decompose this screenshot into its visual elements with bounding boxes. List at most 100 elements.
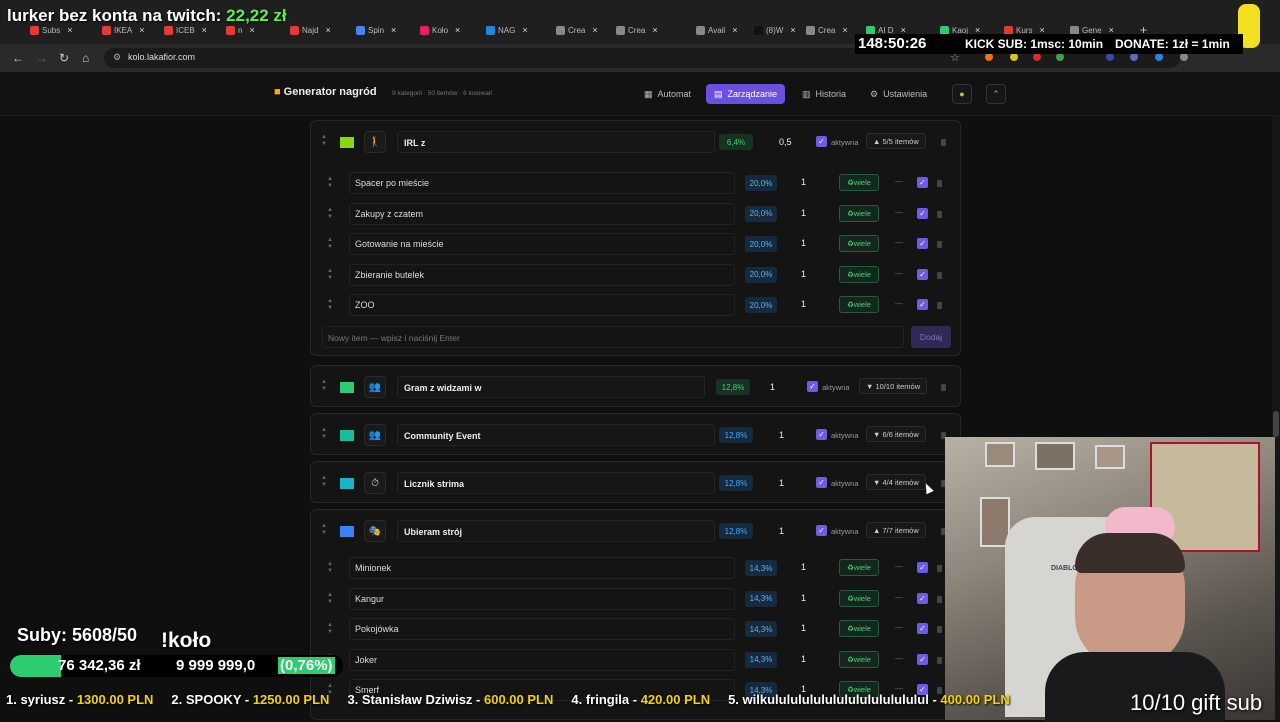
scrollbar-thumb[interactable]	[1273, 411, 1279, 437]
item-weight-input[interactable]: 1	[801, 269, 806, 279]
close-icon[interactable]: ×	[249, 25, 254, 35]
new-item-input[interactable]: Nowy item — wpisz i naciśnij Enter	[322, 326, 904, 348]
reorder-handle[interactable]: ▲ ▼	[321, 523, 327, 537]
nav-zarzadzanie[interactable]: ▤ Zarządzanie	[706, 84, 786, 104]
item-reorder-handle[interactable]: ▲▼	[327, 237, 333, 251]
category-weight-input[interactable]: 1	[779, 526, 784, 536]
delete-icon[interactable]	[937, 180, 942, 187]
category-active-checkbox[interactable]: ✓	[816, 136, 827, 147]
extensions-puzzle-icon[interactable]	[1180, 53, 1188, 61]
item-reorder-handle[interactable]: ▲▼	[327, 622, 333, 636]
item-active-checkbox[interactable]: ✓	[917, 177, 928, 188]
category-icon[interactable]: 👥	[364, 376, 386, 398]
item-reorder-handle[interactable]: ▲▼	[327, 592, 333, 606]
browser-tab[interactable]: Crea ×	[616, 22, 658, 38]
items-toggle-button[interactable]: ▲ 5/5 itemów	[866, 133, 926, 149]
category-icon[interactable]: 👥	[364, 424, 386, 446]
nav-automat[interactable]: ▦ Automat	[636, 84, 699, 104]
close-icon[interactable]: ×	[592, 25, 597, 35]
category-name-input[interactable]: Licznik strima	[397, 472, 715, 494]
nav-ustawienia[interactable]: ⚙ Ustawienia	[862, 84, 935, 104]
collapse-up-icon[interactable]: ⌃	[986, 84, 1006, 104]
category-color-swatch[interactable]	[340, 382, 354, 393]
item-active-checkbox[interactable]: ✓	[917, 653, 928, 665]
item-name-input[interactable]: Minionek	[349, 557, 735, 579]
category-name-input[interactable]: IRL z	[397, 131, 715, 153]
item-weight-input[interactable]: 1	[801, 208, 806, 218]
browser-tab[interactable]: NAG ×	[486, 22, 528, 38]
item-active-checkbox[interactable]: ✓	[917, 562, 928, 573]
forward-icon[interactable]: →	[36, 51, 48, 65]
delete-icon[interactable]	[937, 271, 942, 279]
item-name-input[interactable]: Kangur	[349, 587, 735, 610]
category-weight-input[interactable]: 0,5	[779, 137, 792, 147]
item-weight-input[interactable]: 1	[801, 623, 806, 633]
category-icon[interactable]: 🎭	[364, 520, 386, 542]
nav-historia[interactable]: ▥ Historia	[794, 84, 854, 104]
browser-tab[interactable]: (8)W ×	[754, 22, 796, 38]
delete-icon[interactable]	[941, 139, 946, 146]
extension-icon[interactable]	[1155, 53, 1163, 61]
reorder-handle[interactable]: ▲ ▼	[321, 379, 327, 393]
item-weight-input[interactable]: 1	[801, 238, 806, 248]
category-name-input[interactable]: Community Event	[397, 424, 715, 446]
item-active-checkbox[interactable]: ✓	[917, 207, 928, 219]
delete-icon[interactable]	[937, 626, 942, 634]
delete-icon[interactable]	[937, 302, 942, 310]
browser-tab[interactable]: Spin ×	[356, 22, 396, 38]
item-name-input[interactable]: Zakupy z czatem	[349, 202, 735, 225]
browser-tab[interactable]: Koło ×	[420, 22, 460, 38]
delete-icon[interactable]	[937, 210, 942, 218]
close-icon[interactable]: ×	[522, 25, 527, 35]
close-icon[interactable]: ×	[67, 25, 72, 35]
site-info-icon[interactable]: ⚙	[113, 52, 121, 63]
item-reorder-handle[interactable]: ▲▼	[327, 561, 333, 575]
close-icon[interactable]: ×	[790, 25, 795, 35]
reorder-handle[interactable]: ▲ ▼	[321, 475, 327, 489]
reorder-handle[interactable]: ▲ ▼	[321, 134, 327, 148]
item-repeat-button[interactable]: ♻ wiele	[839, 174, 879, 191]
close-icon[interactable]: ×	[455, 25, 460, 35]
category-name-input[interactable]: Ubieram strój	[397, 520, 715, 542]
add-item-button[interactable]: Dodaj	[911, 326, 951, 348]
item-reorder-handle[interactable]: ▲▼	[327, 298, 333, 312]
category-name-input[interactable]: Gram z widzami w	[397, 376, 705, 398]
item-name-input[interactable]: Joker	[349, 648, 735, 671]
item-active-checkbox[interactable]: ✓	[917, 299, 928, 311]
item-name-input[interactable]: Gotowanie na mieście	[349, 233, 735, 256]
item-reorder-handle[interactable]: ▲▼	[327, 207, 333, 221]
items-toggle-button[interactable]: ▼ 4/4 itemów	[866, 474, 926, 490]
category-weight-input[interactable]: 1	[779, 430, 784, 440]
category-icon[interactable]: 🚶	[364, 131, 386, 153]
item-weight-input[interactable]: 1	[801, 299, 806, 309]
extension-icon[interactable]	[1056, 53, 1064, 61]
reload-icon[interactable]: ↻	[59, 51, 69, 65]
category-color-swatch[interactable]	[340, 478, 354, 489]
category-active-checkbox[interactable]: ✓	[816, 525, 827, 536]
category-weight-input[interactable]: 1	[779, 478, 784, 488]
item-repeat-button[interactable]: ♻ wiele	[839, 204, 879, 222]
item-repeat-button[interactable]: ♻ wiele	[839, 265, 879, 283]
extension-icon[interactable]	[1033, 53, 1041, 61]
category-active-checkbox[interactable]: ✓	[816, 429, 827, 440]
item-active-checkbox[interactable]: ✓	[917, 592, 928, 604]
item-repeat-button[interactable]: ♻ wiele	[839, 650, 879, 668]
close-icon[interactable]: ×	[652, 25, 657, 35]
delete-icon[interactable]	[937, 595, 942, 603]
close-icon[interactable]: ×	[325, 25, 330, 35]
extension-icon[interactable]	[1106, 53, 1114, 61]
item-repeat-button[interactable]: ♻ wiele	[839, 235, 879, 253]
item-active-checkbox[interactable]: ✓	[917, 238, 928, 250]
category-icon[interactable]: ⏱	[364, 472, 386, 494]
extension-icon[interactable]	[1130, 53, 1138, 61]
items-toggle-button[interactable]: ▼ 6/6 itemów	[866, 426, 926, 442]
item-weight-input[interactable]: 1	[801, 562, 806, 572]
delete-icon[interactable]	[937, 565, 942, 572]
back-icon[interactable]: ←	[12, 51, 24, 65]
item-weight-input[interactable]: 1	[801, 177, 806, 187]
delete-icon[interactable]	[937, 656, 942, 664]
delete-icon[interactable]	[937, 241, 942, 249]
item-name-input[interactable]: Zbieranie butelek	[349, 263, 735, 286]
item-repeat-button[interactable]: ♻ wiele	[839, 620, 879, 638]
item-repeat-button[interactable]: ♻ wiele	[839, 589, 879, 607]
